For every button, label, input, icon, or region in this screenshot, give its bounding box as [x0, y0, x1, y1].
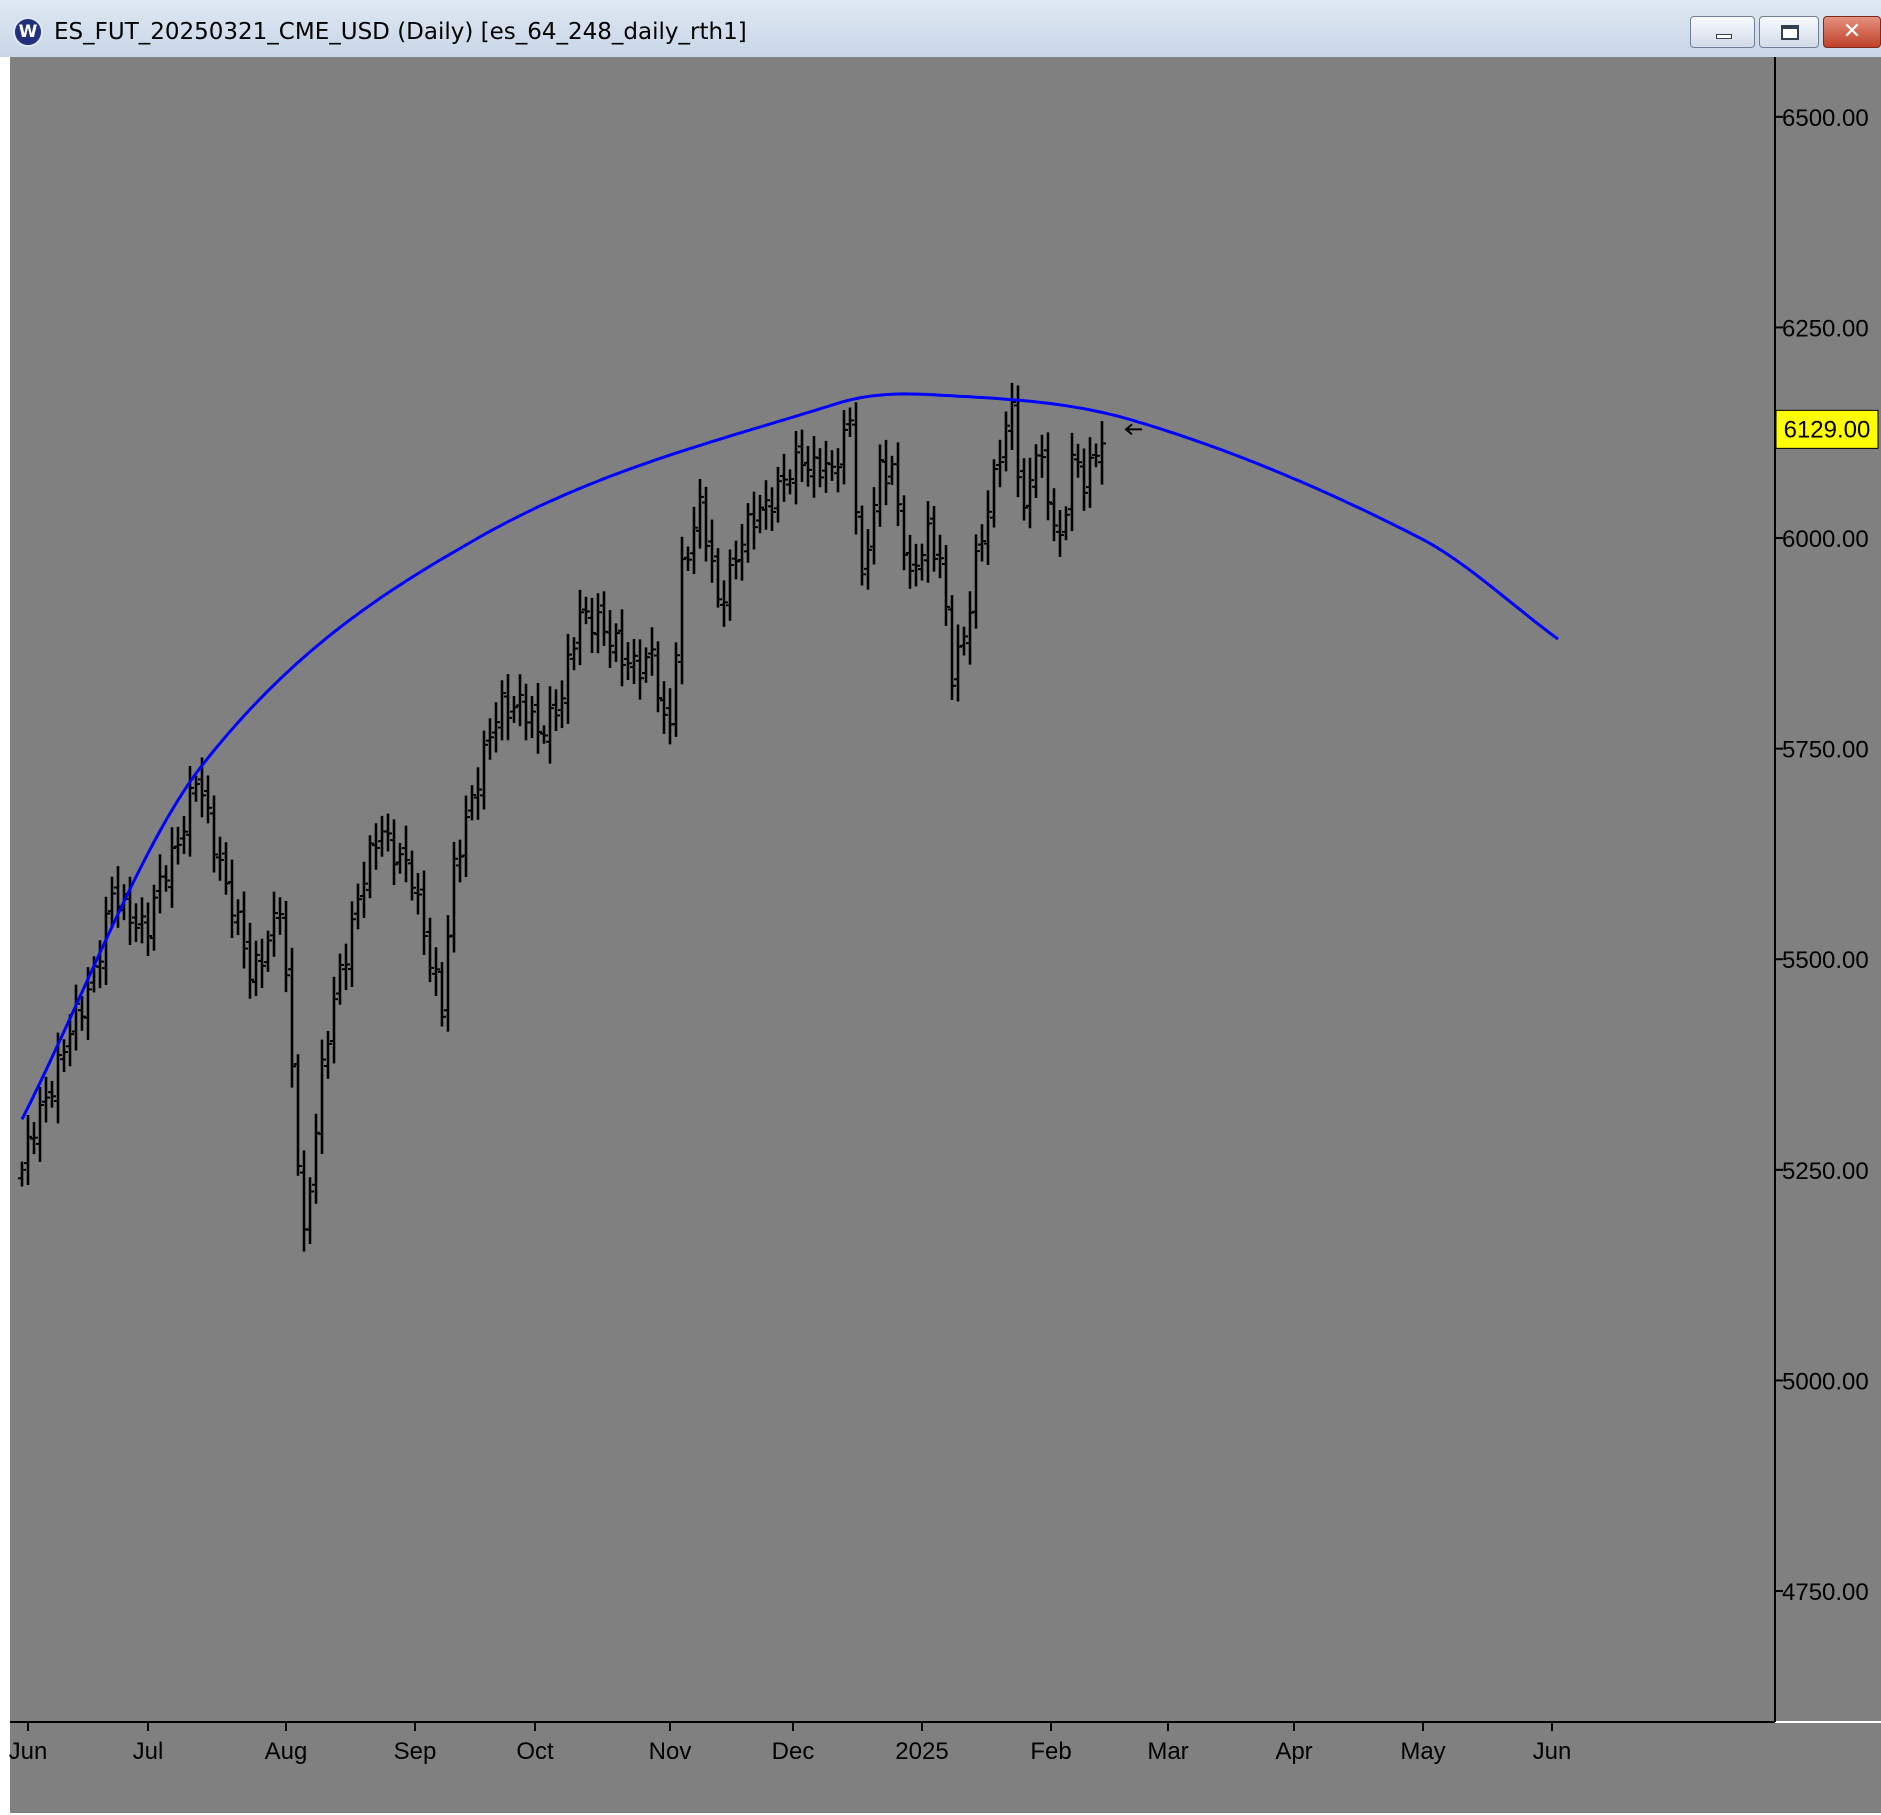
maximize-icon — [1781, 25, 1799, 40]
plot-area[interactable] — [10, 57, 1774, 1721]
time-tick-label: Jul — [133, 1738, 164, 1765]
time-tick-label: Apr — [1275, 1738, 1312, 1765]
time-tick-label: Oct — [516, 1738, 554, 1765]
price-tick-label: 6500.00 — [1782, 105, 1869, 132]
time-axis-area — [10, 1723, 1881, 1813]
price-chart[interactable]: 4750.00 5000.00 5250.00 5500.00 5750.00 6000.… — [0, 57, 1881, 1815]
price-axis-area — [1776, 57, 1881, 1721]
time-tick-label: 2025 — [895, 1738, 948, 1765]
maximize-button[interactable] — [1759, 16, 1819, 48]
price-tick-label: 5500.00 — [1782, 947, 1869, 974]
time-tick-label: Dec — [772, 1738, 815, 1765]
minimize-button[interactable] — [1690, 16, 1755, 48]
price-tick-label: 4750.00 — [1782, 1579, 1869, 1606]
last-price-label: 6129.00 — [1784, 416, 1871, 443]
price-tick-label: 5750.00 — [1782, 737, 1869, 764]
time-tick-label: Sep — [394, 1738, 437, 1765]
price-tick-label: 5000.00 — [1782, 1368, 1869, 1395]
time-tick-label: Nov — [649, 1738, 692, 1765]
close-button[interactable]: ✕ — [1823, 16, 1881, 48]
price-tick-label: 6250.00 — [1782, 315, 1869, 342]
close-icon: ✕ — [1842, 19, 1862, 44]
time-tick-label: Aug — [265, 1738, 308, 1765]
window-title: ES_FUT_20250321_CME_USD (Daily) [es_64_2… — [54, 19, 747, 45]
time-tick-label: Mar — [1147, 1738, 1188, 1765]
title-bar: W ES_FUT_20250321_CME_USD (Daily) [es_64… — [0, 0, 1881, 58]
time-tick-label: May — [1400, 1738, 1445, 1765]
time-tick-label: Jun — [1533, 1738, 1572, 1765]
price-tick-label: 5250.00 — [1782, 1158, 1869, 1185]
app-logo-icon: W — [13, 17, 43, 47]
price-tick-label: 6000.00 — [1782, 526, 1869, 553]
time-tick-label: Jun — [9, 1738, 48, 1765]
time-tick-label: Feb — [1030, 1738, 1071, 1765]
minimize-icon — [1716, 34, 1732, 39]
